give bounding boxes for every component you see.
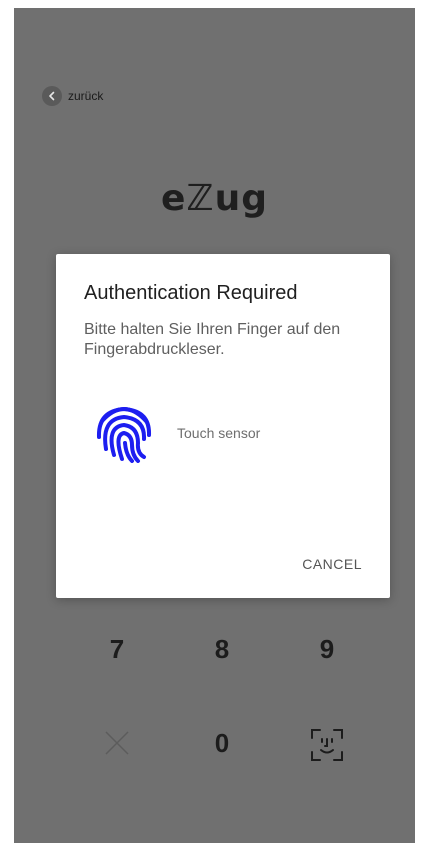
cancel-button[interactable]: CANCEL [302, 556, 362, 572]
keypad-key-8[interactable]: 8 [192, 634, 252, 665]
delete-button[interactable] [102, 728, 132, 758]
authentication-dialog: Authentication Required Bitte halten Sie… [56, 254, 390, 598]
keypad-key-9[interactable]: 9 [297, 634, 357, 665]
app-screen: zurück eℤug 7 8 9 0 Authentication Requi… [14, 8, 415, 843]
fingerprint-icon [92, 399, 156, 463]
face-id-icon [311, 729, 343, 761]
chevron-left-icon [42, 86, 62, 106]
close-icon [105, 731, 129, 755]
keypad-key-0[interactable]: 0 [192, 728, 252, 759]
keypad-key-7[interactable]: 7 [87, 634, 147, 665]
back-button[interactable]: zurück [42, 86, 103, 106]
dialog-title: Authentication Required [84, 282, 298, 304]
back-label: zurück [68, 89, 104, 103]
face-id-button[interactable] [310, 728, 344, 762]
sensor-label: Touch sensor [177, 425, 261, 441]
dialog-message: Bitte halten Sie Ihren Finger auf den Fi… [84, 321, 341, 358]
app-logo: eℤug [161, 178, 268, 219]
